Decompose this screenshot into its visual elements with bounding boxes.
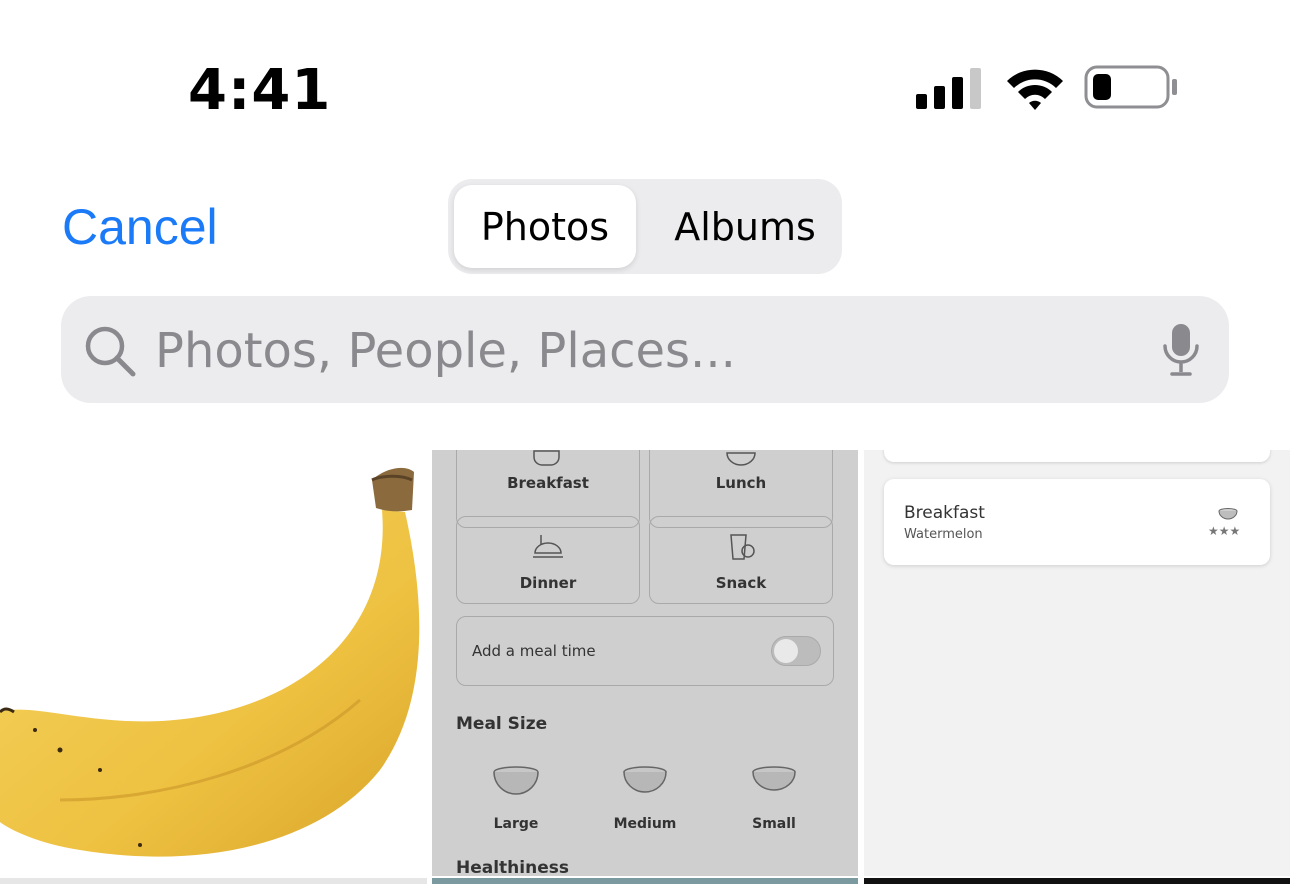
size-label: Medium bbox=[613, 816, 677, 832]
add-meal-time-label: Add a meal time bbox=[472, 642, 596, 660]
microphone-icon[interactable] bbox=[1161, 322, 1201, 378]
dinner-icon bbox=[533, 535, 563, 558]
cellular-signal-icon bbox=[916, 68, 981, 109]
banana-image bbox=[0, 467, 420, 857]
entry-subtitle: Watermelon bbox=[904, 527, 983, 542]
meal-size-medium: Medium bbox=[595, 762, 695, 832]
battery-low-icon bbox=[1084, 65, 1177, 109]
small-bowl-icon bbox=[752, 766, 796, 791]
meal-entry-card: Breakfast Watermelon ★★★ bbox=[884, 479, 1270, 565]
status-icons bbox=[912, 62, 1182, 112]
photo-grid: Breakfast Lunch Dinner Snack Add a meal bbox=[0, 450, 1290, 884]
tab-albums[interactable]: Albums bbox=[654, 185, 836, 268]
meal-tile-dinner: Dinner bbox=[456, 516, 640, 604]
size-label: Large bbox=[493, 816, 539, 832]
add-meal-time-toggle bbox=[771, 636, 821, 666]
medium-bowl-icon bbox=[623, 766, 667, 793]
search-input[interactable] bbox=[153, 320, 1137, 382]
meal-tile-snack: Snack bbox=[649, 516, 833, 604]
bowl-rating-icon: ★★★ bbox=[1208, 508, 1240, 538]
wifi-icon bbox=[1007, 69, 1063, 110]
large-bowl-icon bbox=[493, 766, 539, 795]
photo-thumbnail-banana[interactable] bbox=[0, 450, 427, 876]
add-meal-time-row: Add a meal time bbox=[456, 616, 834, 686]
tab-photos[interactable]: Photos bbox=[454, 185, 636, 268]
cancel-button[interactable]: Cancel bbox=[62, 198, 218, 256]
entry-title: Breakfast bbox=[904, 503, 985, 523]
photo-thumbnail-meal-entry[interactable]: Breakfast Watermelon ★★★ bbox=[864, 450, 1290, 876]
photo-thumbnail-row2[interactable] bbox=[864, 878, 1290, 884]
healthiness-title: Healthiness bbox=[456, 858, 569, 876]
toggle-knob bbox=[774, 639, 798, 663]
search-icon bbox=[85, 326, 136, 377]
svg-text:★★★: ★★★ bbox=[1208, 524, 1240, 538]
size-label: Small bbox=[752, 816, 796, 832]
snack-icon bbox=[730, 534, 755, 560]
meal-size-large: Large bbox=[466, 762, 566, 832]
photo-thumbnail-meal-settings[interactable]: Breakfast Lunch Dinner Snack Add a meal bbox=[432, 450, 858, 876]
meal-size-title: Meal Size bbox=[456, 714, 548, 734]
lunch-bowl-icon bbox=[726, 452, 756, 466]
breakfast-icon bbox=[533, 450, 560, 466]
meal-size-small: Small bbox=[724, 762, 824, 832]
meal-tile-label: Snack bbox=[715, 574, 767, 592]
meal-tile-label: Dinner bbox=[519, 574, 577, 592]
photo-thumbnail-row2[interactable] bbox=[432, 878, 858, 884]
previous-card bbox=[884, 450, 1270, 462]
meal-tile-label: Breakfast bbox=[507, 474, 589, 492]
photos-albums-segmented-control: Photos Albums bbox=[448, 179, 842, 274]
search-bar[interactable] bbox=[61, 296, 1229, 403]
meal-tile-label: Lunch bbox=[715, 474, 767, 492]
status-time: 4:41 bbox=[188, 58, 332, 123]
photo-thumbnail-row2[interactable] bbox=[0, 878, 427, 884]
